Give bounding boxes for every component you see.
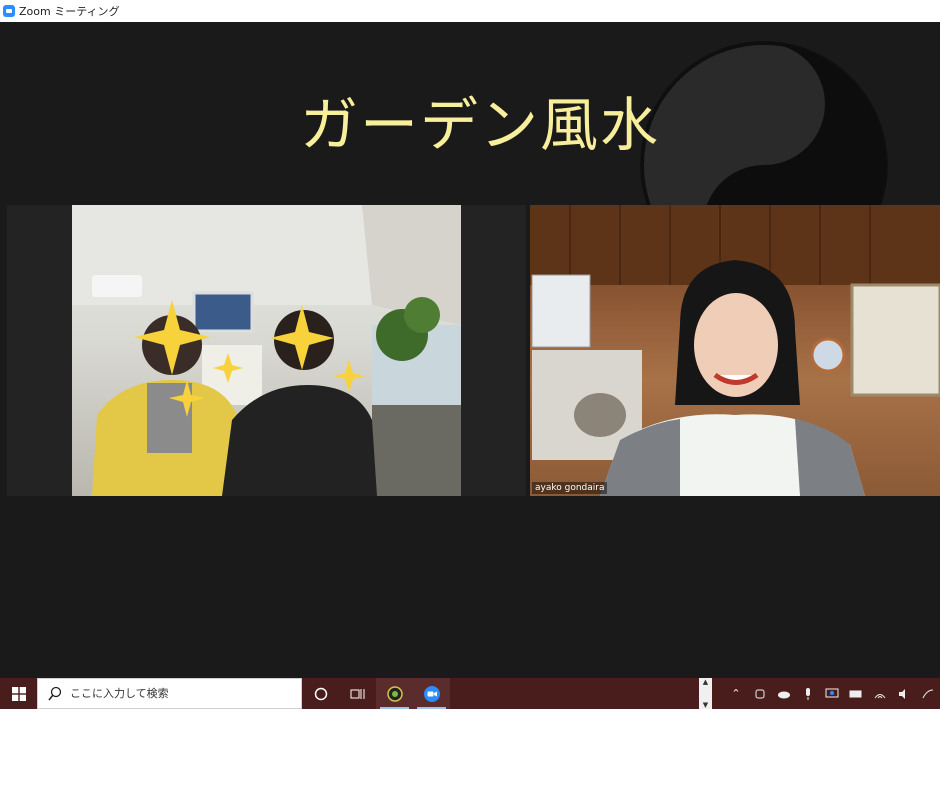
taskbar-scroll-control[interactable]: ▲ ▼ <box>699 678 712 709</box>
tray-app-icon[interactable] <box>748 678 772 709</box>
microphone-icon[interactable] <box>796 678 820 709</box>
window-title: Zoom ミーティング <box>19 5 120 18</box>
onedrive-icon[interactable] <box>772 678 796 709</box>
search-input[interactable] <box>68 686 292 701</box>
battery-plug-icon <box>849 690 862 697</box>
speaker-icon <box>899 688 905 699</box>
windows-start-icon <box>11 686 26 701</box>
battery-icon[interactable] <box>844 678 868 709</box>
zoom-icon <box>423 685 440 702</box>
camera-tray-icon <box>755 689 765 698</box>
video-tile-participant-1[interactable] <box>72 205 461 496</box>
cloud-icon <box>778 691 790 698</box>
taskbar-search-box[interactable] <box>37 678 302 709</box>
taskbar-zoom-app[interactable] <box>413 678 450 709</box>
network-icon <box>874 693 886 698</box>
window-titlebar: Zoom ミーティング <box>0 0 940 22</box>
chevron-down-icon: ▼ <box>702 701 709 709</box>
cortana-button[interactable] <box>302 678 339 709</box>
cortana-circle-icon <box>314 687 327 700</box>
start-button[interactable] <box>0 678 37 709</box>
mic-icon <box>806 687 810 700</box>
system-tray: ⌃ <box>724 678 940 709</box>
meeting-area: ガーデン風水 ayako gondaira <box>0 22 940 678</box>
participant-name-label: ayako gondaira <box>532 482 608 494</box>
video-tile-participant-2[interactable]: ayako gondaira <box>530 205 940 496</box>
zoom-app-icon <box>3 5 15 17</box>
wifi-icon[interactable] <box>868 678 892 709</box>
taskbar-app-1[interactable] <box>376 678 413 709</box>
search-icon <box>48 686 62 700</box>
tray-chevron-up-icon[interactable]: ⌃ <box>724 678 748 709</box>
volume-icon[interactable] <box>892 678 916 709</box>
windows-taskbar: ▲ ▼ ⌃ <box>0 678 940 709</box>
video-frame-room <box>72 205 461 496</box>
slide-title: ガーデン風水 <box>299 91 660 159</box>
pen-input-icon[interactable] <box>916 678 940 709</box>
screen-share-tray-icon[interactable] <box>820 678 844 709</box>
task-view-button[interactable] <box>339 678 376 709</box>
chevron-up-icon: ▲ <box>702 678 709 686</box>
app-icon <box>386 685 403 702</box>
pen-icon <box>922 689 934 698</box>
monitor-icon <box>825 688 839 697</box>
task-view-icon <box>350 688 364 699</box>
video-frame-garden-room <box>530 205 940 496</box>
